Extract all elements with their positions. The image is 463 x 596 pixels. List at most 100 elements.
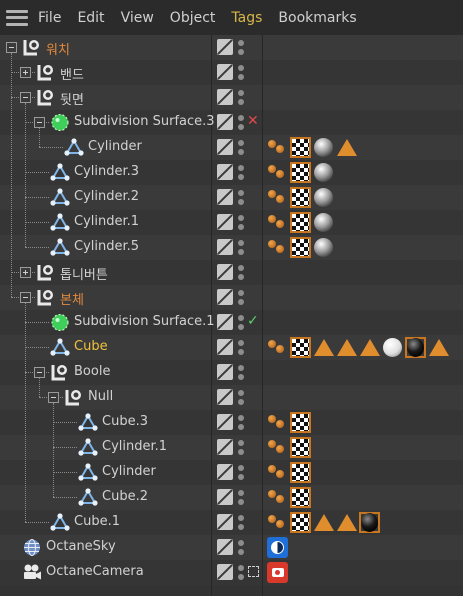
editable-toggle-icon[interactable] [217,289,233,305]
object-name[interactable]: Cylinder.1 [74,214,139,229]
enabled-check-icon[interactable]: ✓ [247,313,259,329]
collapse-icon[interactable] [34,117,45,128]
object-name[interactable]: OctaneCamera [46,564,144,579]
visibility-dots-icon[interactable] [238,540,244,556]
editable-toggle-icon[interactable] [217,239,233,255]
editable-toggle-icon[interactable] [217,164,233,180]
expand-icon[interactable] [20,67,31,78]
object-name[interactable]: Cube.1 [74,514,120,529]
object-name[interactable]: Cylinder.1 [102,439,167,454]
editable-toggle-icon[interactable] [217,514,233,530]
menu-item-edit[interactable]: Edit [77,10,104,26]
checker-material-tag-icon[interactable] [290,187,311,208]
object-name[interactable]: OctaneSky [46,539,116,554]
visibility-dots-icon[interactable] [238,390,244,406]
visibility-dots-icon[interactable] [238,415,244,431]
selection-tag-icon[interactable] [336,137,357,158]
visibility-dots-icon[interactable] [238,340,244,356]
object-name[interactable]: Cube.2 [102,489,148,504]
editable-toggle-icon[interactable] [217,439,233,455]
checker-material-tag-icon[interactable] [290,237,311,258]
object-name[interactable]: Cube.3 [102,414,148,429]
collapse-icon[interactable] [20,292,31,303]
selection-tag-icon[interactable] [428,337,449,358]
object-row[interactable]: 본체 [0,285,463,310]
menu-item-file[interactable]: File [38,10,61,26]
metal-material-tag-icon[interactable] [313,237,334,258]
editable-toggle-icon[interactable] [217,214,233,230]
texture-tag-icon[interactable] [267,137,288,158]
texture-tag-icon[interactable] [267,212,288,233]
editable-toggle-icon[interactable] [217,539,233,555]
collapse-icon[interactable] [34,367,45,378]
editable-toggle-icon[interactable] [217,489,233,505]
visibility-dots-icon[interactable] [238,365,244,381]
menu-item-view[interactable]: View [121,10,154,26]
checker-material-tag-icon[interactable] [290,412,311,433]
object-row[interactable]: Cylinder [0,135,463,160]
object-row[interactable]: 워치 [0,35,463,60]
editable-toggle-icon[interactable] [217,389,233,405]
object-row[interactable]: Subdivision Surface.1 ✓ [0,310,463,335]
collapse-icon[interactable] [6,42,17,53]
object-name[interactable]: Cylinder.2 [74,189,139,204]
metal-material-tag-icon[interactable] [313,212,334,233]
menu-item-object[interactable]: Object [170,10,216,26]
visibility-dots-icon[interactable] [238,40,244,56]
menu-item-tags[interactable]: Tags [231,10,262,26]
editable-toggle-icon[interactable] [217,39,233,55]
object-row[interactable]: 뒷면 [0,85,463,110]
object-row[interactable]: Cube.1 [0,510,463,535]
editable-toggle-icon[interactable] [217,339,233,355]
checker-material-tag-icon[interactable] [290,137,311,158]
object-row[interactable]: Cylinder.3 [0,160,463,185]
editable-toggle-icon[interactable] [217,364,233,380]
editable-toggle-icon[interactable] [217,139,233,155]
expand-icon[interactable] [20,267,31,278]
selection-tag-icon[interactable] [336,512,357,533]
checker-material-tag-icon[interactable] [290,337,311,358]
object-row[interactable]: Cylinder.1 [0,210,463,235]
object-name[interactable]: Cylinder [88,139,142,154]
object-name[interactable]: Cylinder.3 [74,164,139,179]
visibility-dots-icon[interactable] [238,515,244,531]
editable-toggle-icon[interactable] [217,314,233,330]
visibility-dots-icon[interactable] [238,315,244,331]
visibility-dots-icon[interactable] [238,265,244,281]
black-material-tag-icon[interactable] [359,512,380,533]
texture-tag-icon[interactable] [267,162,288,183]
texture-tag-icon[interactable] [267,487,288,508]
visibility-dots-icon[interactable] [238,115,244,131]
object-name[interactable]: Subdivision Surface.3 [74,114,215,129]
visibility-dots-icon[interactable] [238,140,244,156]
octane-camera-tag-icon[interactable] [267,562,288,583]
object-name[interactable]: 워치 [46,39,70,58]
visibility-dots-icon[interactable] [238,240,244,256]
texture-tag-icon[interactable] [267,337,288,358]
object-row[interactable]: Boole [0,360,463,385]
object-name[interactable]: Null [88,389,113,404]
visibility-dots-icon[interactable] [238,465,244,481]
target-tag-icon[interactable] [248,566,259,577]
object-row[interactable]: Cube [0,335,463,360]
checker-material-tag-icon[interactable] [290,212,311,233]
visibility-dots-icon[interactable] [238,90,244,106]
object-row[interactable]: Cylinder.5 [0,235,463,260]
checker-material-tag-icon[interactable] [290,162,311,183]
object-name[interactable]: 밴드 [60,64,84,83]
object-name[interactable]: 뒷면 [60,89,84,108]
metal-material-tag-icon[interactable] [313,137,334,158]
editable-toggle-icon[interactable] [217,264,233,280]
metal-material-tag-icon[interactable] [313,162,334,183]
selection-tag-icon[interactable] [359,337,380,358]
metal-material-tag-icon[interactable] [313,187,334,208]
object-row[interactable]: OctaneCamera [0,560,463,585]
texture-tag-icon[interactable] [267,462,288,483]
editable-toggle-icon[interactable] [217,414,233,430]
selection-tag-icon[interactable] [313,512,334,533]
visibility-dots-icon[interactable] [238,440,244,456]
black-material-tag-icon[interactable] [405,337,426,358]
octane-sky-tag-icon[interactable] [267,537,288,558]
object-row[interactable]: Cylinder.2 [0,185,463,210]
object-name[interactable]: Cylinder [102,464,156,479]
